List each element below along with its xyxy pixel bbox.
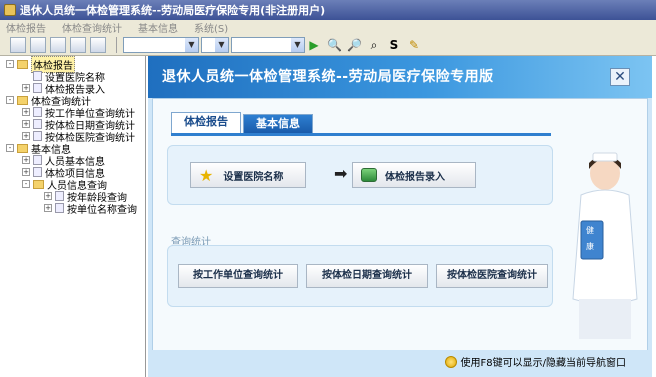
toolbar-separator — [116, 36, 117, 53]
expand-icon[interactable]: + — [22, 156, 30, 164]
query-by-unit-button[interactable]: 按工作单位查询统计 — [178, 264, 298, 288]
main-header: 退休人员统一体检管理系统--劳动局医疗保险专用版 ✕ — [148, 56, 652, 98]
tab-bar: 体检报告 基本信息 — [171, 112, 313, 134]
spell-icon[interactable]: S — [387, 38, 401, 52]
toolbar-combo-1[interactable]: ▼ — [123, 36, 199, 53]
expand-icon[interactable]: + — [22, 120, 30, 128]
footer-bar: 使用F8键可以显示/隐藏当前导航窗口 — [148, 350, 652, 372]
nurse-sign-char-1: 健 — [586, 225, 594, 235]
expand-icon[interactable]: + — [22, 84, 30, 92]
document-icon — [55, 191, 64, 201]
menu-item-system[interactable]: 系统(S) — [194, 20, 228, 35]
tree-view-icon[interactable] — [10, 36, 26, 53]
find-replace-icon[interactable]: ⌕ — [367, 38, 381, 52]
nurse-illustration: 健 康 — [572, 152, 638, 339]
tab-underline — [171, 133, 551, 136]
enter-report-label: 体检报告录入 — [385, 171, 445, 183]
toolbar-combo-2[interactable]: ▼ — [201, 36, 229, 53]
menu-item-basic-info[interactable]: 基本信息 — [138, 20, 178, 35]
document-icon — [33, 167, 42, 177]
content-area: 体检报告 基本信息 ★ 设置医院名称 ➡ 体检报告录入 查询统计 按工作单位查询… — [152, 98, 648, 364]
query-by-date-button[interactable]: 按体检日期查询统计 — [306, 264, 428, 288]
find-icon[interactable]: 🔍 — [327, 38, 342, 52]
expand-icon[interactable]: + — [22, 132, 30, 140]
people-icon — [361, 168, 377, 182]
document-icon[interactable] — [50, 36, 66, 53]
document-icon — [33, 119, 42, 129]
tree-node-query-by-unit-name[interactable]: + 按单位名称查询 — [44, 202, 137, 216]
image-icon[interactable] — [70, 36, 86, 53]
window-title: 退休人员统一体检管理系统--劳动局医疗保险专用(非注册用户) — [20, 4, 326, 17]
expand-icon[interactable]: + — [44, 192, 52, 200]
menu-item-report[interactable]: 体检报告 — [6, 20, 46, 35]
collapse-icon[interactable]: - — [22, 180, 30, 188]
toolbar: ▼ ▼ ▼ ▶ 🔍 🔎 ⌕ S ✎ — [0, 34, 656, 56]
tree-node-label: 按单位名称查询 — [67, 204, 137, 216]
nurse-sign-char-2: 康 — [586, 241, 594, 251]
footer-hint-text: 使用F8键可以显示/隐藏当前导航窗口 — [460, 358, 626, 369]
star-icon: ★ — [199, 165, 214, 185]
query-panel: 按工作单位查询统计 按体检日期查询统计 按体检医院查询统计 — [167, 245, 553, 307]
tab-report[interactable]: 体检报告 — [171, 112, 241, 134]
chevron-down-icon[interactable]: ▼ — [215, 37, 228, 52]
collapse-icon[interactable]: - — [6, 60, 14, 68]
document-icon — [33, 155, 42, 165]
expand-icon[interactable]: + — [22, 108, 30, 116]
arrow-right-icon: ➡ — [334, 164, 348, 183]
report-actions-panel: ★ 设置医院名称 ➡ 体检报告录入 — [167, 145, 553, 205]
panel-icon[interactable] — [90, 36, 106, 53]
collapse-icon[interactable]: - — [6, 96, 14, 104]
window-icon[interactable] — [30, 36, 46, 53]
expand-icon[interactable]: + — [44, 204, 52, 212]
main-title: 退休人员统一体检管理系统--劳动局医疗保险专用版 — [162, 69, 494, 85]
info-icon — [444, 355, 457, 368]
tab-basic-info[interactable]: 基本信息 — [243, 114, 313, 134]
document-icon — [33, 131, 42, 141]
find-next-icon[interactable]: 🔎 — [347, 38, 362, 52]
window-titlebar: 退休人员统一体检管理系统--劳动局医疗保险专用(非注册用户) — [0, 0, 656, 20]
menu-bar: 体检报告 体检查询统计 基本信息 系统(S) — [0, 20, 656, 35]
folder-open-icon — [17, 143, 28, 153]
query-by-hospital-button[interactable]: 按体检医院查询统计 — [436, 264, 548, 288]
chevron-down-icon[interactable]: ▼ — [185, 37, 198, 52]
document-icon — [33, 71, 42, 81]
menu-item-query[interactable]: 体检查询统计 — [62, 20, 122, 35]
document-icon — [33, 83, 42, 93]
app-icon — [4, 4, 16, 16]
toolbar-combo-3[interactable]: ▼ — [231, 36, 305, 53]
document-icon — [55, 203, 64, 213]
footer-hint: 使用F8键可以显示/隐藏当前导航窗口 — [444, 354, 626, 369]
chevron-down-icon[interactable]: ▼ — [291, 37, 304, 52]
folder-open-icon — [17, 59, 28, 69]
play-icon[interactable]: ▶ — [307, 38, 321, 52]
pencil-icon[interactable]: ✎ — [407, 38, 421, 52]
main-panel: 退休人员统一体检管理系统--劳动局医疗保险专用版 ✕ 体检报告 基本信息 ★ 设… — [148, 56, 652, 377]
enter-report-button[interactable]: 体检报告录入 — [352, 162, 476, 188]
set-hospital-label: 设置医院名称 — [223, 171, 284, 183]
folder-open-icon — [33, 179, 44, 189]
collapse-icon[interactable]: - — [6, 144, 14, 152]
folder-open-icon — [17, 95, 28, 105]
navigation-tree: - 体检报告 设置医院名称 + 体检报告录入 - 体检查询统计 + 按工作单位查… — [0, 55, 146, 377]
close-button[interactable]: ✕ — [610, 68, 630, 86]
document-icon — [33, 107, 42, 117]
expand-icon[interactable]: + — [22, 168, 30, 176]
set-hospital-button[interactable]: ★ 设置医院名称 — [190, 162, 306, 188]
